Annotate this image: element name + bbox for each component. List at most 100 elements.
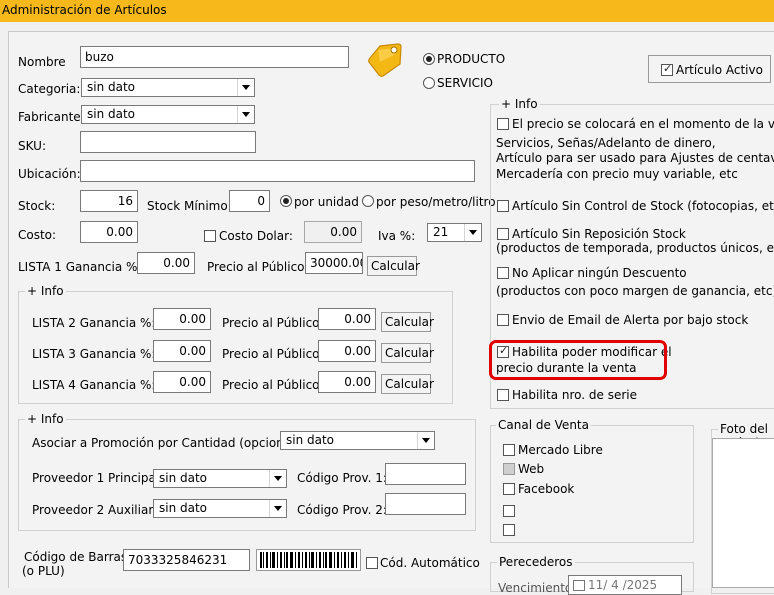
costo-dolar-label: Costo Dolar:: [219, 229, 293, 243]
lista3-label: LISTA 3 Ganancia %:: [32, 347, 156, 361]
listas-group-title: + Info: [25, 284, 66, 298]
prov2-label: Proveedor 2 Auxiliar:: [32, 503, 158, 517]
calcular-button-2[interactable]: Calcular: [381, 312, 434, 332]
costo-dolar-checkbox[interactable]: [204, 230, 216, 242]
opt-sin-reposicion-checkbox[interactable]: [497, 228, 509, 240]
por-peso-radio[interactable]: [362, 195, 374, 207]
opt-email-alerta-label: Envio de Email de Alerta por bajo stock: [512, 313, 749, 327]
proveedores-group-title: + Info: [25, 412, 66, 426]
producto-radio[interactable]: [423, 53, 435, 65]
iva-select[interactable]: 21: [427, 223, 482, 242]
cod1-label: Código Prov. 1:: [297, 471, 387, 485]
stock-input[interactable]: 16: [80, 190, 138, 212]
canal-web-label: Web: [518, 462, 545, 476]
stock-label: Stock:: [18, 199, 56, 213]
prov2-select[interactable]: sin dato: [153, 499, 287, 518]
lista1-label: LISTA 1 Ganancia %:: [18, 260, 142, 274]
prov1-label: Proveedor 1 Principal:: [32, 471, 164, 485]
promo-label: Asociar a Promoción por Cantidad (opcion…: [32, 436, 304, 450]
por-unidad-label: por unidad: [294, 195, 359, 209]
por-peso-label: por peso/metro/litro: [376, 195, 496, 209]
canal-facebook-checkbox[interactable]: [503, 483, 515, 495]
chevron-down-icon: [237, 79, 254, 96]
costo-label: Costo:: [18, 228, 57, 242]
prov1-select[interactable]: sin dato: [153, 469, 287, 488]
precio4-input[interactable]: 0.00: [318, 371, 376, 393]
categoria-select[interactable]: sin dato: [81, 78, 255, 97]
opt-sin-control-stock-checkbox[interactable]: [497, 200, 509, 212]
promo-select[interactable]: sin dato: [280, 431, 435, 450]
opt-sin-descuento-checkbox[interactable]: [497, 267, 509, 279]
servicio-radio[interactable]: [423, 77, 435, 89]
canal-web-checkbox[interactable]: [503, 463, 515, 475]
stock-min-label: Stock Mínimo:: [147, 199, 232, 213]
sku-label: SKU:: [18, 139, 46, 153]
costo-input[interactable]: 0.00: [80, 221, 138, 243]
tag-icon: [366, 40, 406, 78]
calcular-button-4[interactable]: Calcular: [381, 374, 434, 394]
opt-sin-descuento-desc: (productos con poco margen de ganancia, …: [496, 284, 774, 298]
canal-venta-title: Canal de Venta: [496, 418, 591, 432]
opt-precio-venta-desc2: Artículo para ser usado para Ajustes de …: [496, 151, 774, 165]
precio3-input[interactable]: 0.00: [318, 340, 376, 362]
canal-extra-1-checkbox[interactable]: [503, 505, 515, 517]
por-unidad-radio[interactable]: [280, 195, 292, 207]
calcular-button-1[interactable]: Calcular: [367, 256, 420, 276]
stock-min-input[interactable]: 0: [229, 190, 270, 212]
sku-input[interactable]: [80, 131, 256, 153]
chevron-down-icon: [269, 500, 286, 517]
canal-mercado-libre-checkbox[interactable]: [503, 444, 515, 456]
precio2-label: Precio al Público:: [222, 316, 324, 330]
lista4-ganancia-input[interactable]: 0.00: [153, 371, 211, 393]
nombre-label: Nombre: [18, 55, 66, 69]
opt-nro-serie-checkbox[interactable]: [497, 389, 509, 401]
iva-label: Iva %:: [378, 229, 416, 243]
title-bar: Administración de Artículos: [0, 0, 774, 22]
ubicacion-input[interactable]: [80, 160, 475, 182]
precio4-label: Precio al Público:: [222, 378, 324, 392]
nombre-input[interactable]: buzo: [80, 46, 349, 68]
opt-email-alerta-checkbox[interactable]: [497, 314, 509, 326]
barcode-input[interactable]: 7033325846231: [123, 549, 250, 571]
cod1-input[interactable]: [385, 463, 466, 485]
lista1-ganancia-input[interactable]: 0.00: [137, 252, 195, 274]
barcode-icon: [256, 549, 361, 571]
lista3-ganancia-input[interactable]: 0.00: [153, 340, 211, 362]
chevron-down-icon: [237, 106, 254, 123]
canal-mercado-libre-label: Mercado Libre: [518, 443, 603, 457]
vencimiento-label: Vencimiento:: [498, 581, 577, 595]
canal-extra-2-checkbox[interactable]: [503, 524, 515, 536]
chevron-down-icon: [269, 470, 286, 487]
lista4-label: LISTA 4 Ganancia %:: [32, 378, 156, 392]
costo-dolar-input[interactable]: 0.00: [304, 221, 362, 243]
opt-sin-control-stock-label: Artículo Sin Control de Stock (fotocopia…: [512, 199, 774, 213]
articulo-activo-label: Artículo Activo: [676, 63, 763, 77]
opt-sin-reposicion-desc: (productos de temporada, productos único…: [496, 241, 774, 255]
opciones-group-title: + Info: [499, 97, 540, 111]
producto-label: PRODUCTO: [437, 52, 506, 66]
fabricante-select[interactable]: sin dato: [81, 105, 255, 124]
calcular-button-3[interactable]: Calcular: [381, 343, 434, 363]
window-title: Administración de Artículos: [2, 3, 167, 17]
foto-image-area[interactable]: [712, 438, 774, 588]
vencimiento-date-input[interactable]: 11/ 4 /2025: [568, 575, 682, 595]
opt-nro-serie-label: Habilita nro. de serie: [512, 388, 638, 402]
opt-sin-reposicion-label: Artículo Sin Reposición Stock: [512, 227, 686, 241]
opt-precio-venta-label: El precio se colocará en el momento de l…: [512, 117, 774, 131]
chevron-down-icon: [417, 432, 434, 449]
articulo-activo-checkbox[interactable]: [661, 62, 673, 76]
ubicacion-label: Ubicación:: [18, 167, 81, 181]
cod-automatico-checkbox[interactable]: [366, 557, 378, 569]
cod2-input[interactable]: [385, 493, 466, 515]
precio1-label: Precio al Público:: [207, 260, 309, 274]
barcode-label: Código de Barras:: [24, 550, 132, 564]
cod2-label: Código Prov. 2:: [297, 503, 387, 517]
precio3-label: Precio al Público:: [222, 347, 324, 361]
perecederos-title: Perecederos: [497, 555, 575, 569]
lista2-ganancia-input[interactable]: 0.00: [153, 308, 211, 330]
precio2-input[interactable]: 0.00: [318, 308, 376, 330]
opt-precio-venta-checkbox[interactable]: [497, 118, 509, 130]
calendar-checkbox[interactable]: [573, 580, 585, 591]
fabricante-label: Fabricante:: [18, 110, 85, 124]
precio1-input[interactable]: 30000.00: [305, 252, 363, 274]
